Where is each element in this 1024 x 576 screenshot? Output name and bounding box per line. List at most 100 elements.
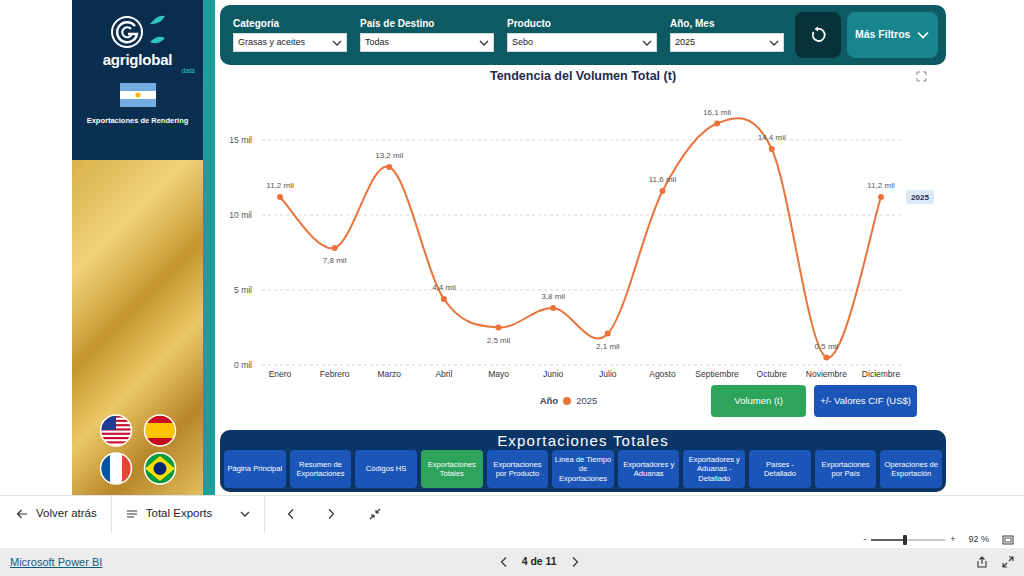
data-point[interactable] <box>277 194 283 200</box>
data-label: 11,2 mil <box>266 181 294 190</box>
x-tick: Diciembre <box>862 369 901 379</box>
pager-next[interactable] <box>569 556 581 568</box>
measure-button[interactable]: +/- Valores CIF (US$) <box>814 385 917 417</box>
nav-button[interactable]: Resumen de Exportaciones <box>290 450 352 488</box>
y-tick: 15 mil <box>229 135 252 145</box>
report-canvas: agriglobaldataExportaciones de Rendering… <box>0 0 1024 495</box>
chevron-down-icon <box>769 38 779 48</box>
previous-page-button[interactable] <box>285 508 297 520</box>
data-label: 11,6 mil <box>649 175 677 184</box>
nav-button[interactable]: Página Principal <box>224 450 286 488</box>
data-point[interactable] <box>714 121 720 127</box>
page-list-icon <box>126 508 138 520</box>
page-pager: 4 de 11 <box>102 554 976 570</box>
y-tick: 10 mil <box>229 210 252 220</box>
report-page: Categoría Grasas y aceites País de Destino… <box>215 0 952 495</box>
expand-icon[interactable] <box>916 71 927 82</box>
gridline <box>262 215 903 216</box>
measure-button[interactable]: Volumen (t) <box>711 385 806 417</box>
filter-group: ProductoSebo <box>507 18 657 52</box>
pager-previous[interactable] <box>498 556 510 568</box>
data-label: 11,2 mil <box>867 181 895 190</box>
legend-dot <box>563 397 571 405</box>
data-point[interactable] <box>823 355 829 361</box>
data-point[interactable] <box>550 305 556 311</box>
collapse-button[interactable] <box>369 508 381 520</box>
share-button[interactable] <box>976 556 988 568</box>
y-tick: 0 mil <box>234 360 252 370</box>
nav-button[interactable]: Línea de Tiempo de Exportaciones <box>552 450 614 488</box>
filter-dropdown[interactable]: Grasas y aceites <box>233 33 347 52</box>
data-point[interactable] <box>878 194 884 200</box>
nav-button[interactable]: Exportadores y Aduanas - Detallado <box>683 450 745 488</box>
data-point[interactable] <box>441 296 447 302</box>
filter-group: Categoría Grasas y aceites <box>233 18 347 52</box>
chevron-left-icon <box>285 508 297 520</box>
x-tick: Noviembre <box>806 369 847 379</box>
data-label: 14,4 mil <box>758 133 786 142</box>
page-navigation: Exportaciones Totales Página PrincipalRes… <box>220 430 946 492</box>
page-selector[interactable]: Total Exports <box>126 505 250 522</box>
zoom-fill <box>871 539 905 541</box>
spain-flag-icon[interactable] <box>142 414 178 447</box>
report-subject: Exportaciones de Rendering <box>87 115 189 126</box>
zoom-out-button[interactable]: - <box>863 533 866 547</box>
gridline <box>262 365 903 366</box>
filter-label: Categoría <box>233 18 347 29</box>
collapse-icon <box>369 508 381 520</box>
x-tick: Septiembre <box>695 369 739 379</box>
x-tick: Abril <box>435 369 452 379</box>
nav-button[interactable]: Códigos HS <box>355 450 417 488</box>
chevron-right-icon <box>325 508 337 520</box>
x-tick: Julio <box>599 369 617 379</box>
nav-button[interactable]: Operaciones de Exportación <box>880 450 942 488</box>
france-flag-icon[interactable] <box>98 452 134 485</box>
fullscreen-button[interactable] <box>1002 556 1014 568</box>
data-point[interactable] <box>769 146 775 152</box>
nav-button[interactable]: Exportaciones por País <box>815 450 877 488</box>
chevron-down-icon <box>479 38 489 48</box>
fit-button[interactable] <box>1002 534 1014 546</box>
filter-group: País de Destino Todas <box>360 18 494 52</box>
zoom-in-button[interactable]: + <box>950 533 955 547</box>
zoom-bar: -+92 % <box>0 532 1024 548</box>
zoom-thumb[interactable] <box>903 535 907 545</box>
data-point[interactable] <box>605 331 611 337</box>
data-point[interactable] <box>659 188 665 194</box>
chart-legend: Año2025 <box>540 394 598 408</box>
x-tick: Enero <box>269 369 292 379</box>
brazil-flag-icon[interactable] <box>142 452 178 485</box>
filter-label: País de Destino <box>360 18 494 29</box>
filter-dropdown[interactable]: Todas <box>360 33 494 52</box>
sidebar: agriglobaldataExportaciones de Rendering <box>72 0 215 495</box>
data-point[interactable] <box>496 325 502 331</box>
filter-group: Año, Mes 2025 <box>670 18 784 52</box>
nav-button[interactable]: Exportadores y Aduanas <box>618 450 680 488</box>
fit-page-icon <box>1002 534 1014 546</box>
reset-button[interactable] <box>795 12 841 58</box>
data-point[interactable] <box>386 164 392 170</box>
back-arrow-icon <box>16 508 28 520</box>
data-point[interactable] <box>332 245 338 251</box>
power-bi-link[interactable]: Microsoft Power BI <box>10 554 102 571</box>
data-label: 7,8 mil <box>323 256 347 265</box>
filter-label: Año, Mes <box>670 18 784 29</box>
series-end-badge <box>906 190 934 204</box>
x-tick: Mayo <box>488 369 509 379</box>
filter-dropdown[interactable]: Sebo <box>507 33 657 52</box>
x-tick: Junio <box>543 369 564 379</box>
x-tick: Octubre <box>757 369 788 379</box>
reset-icon <box>809 26 827 44</box>
filter-bar: Categoría Grasas y aceites País de Destino… <box>220 5 946 65</box>
nav-button[interactable]: Exportaciones Totales <box>421 450 483 488</box>
nav-button[interactable]: Países - Detallado <box>749 450 811 488</box>
filter-dropdown[interactable]: 2025 <box>670 33 784 52</box>
data-label: 13,2 mil <box>375 151 403 160</box>
back-button[interactable]: Volver atrás <box>16 505 97 522</box>
next-page-button[interactable] <box>325 508 337 520</box>
us-flag-icon[interactable] <box>98 414 134 447</box>
more-filters-button[interactable]: Más Filtros <box>847 12 938 58</box>
share-icon <box>976 556 988 568</box>
nav-button[interactable]: Exportaciones por Producto <box>487 450 549 488</box>
zoom-slider[interactable] <box>871 539 945 541</box>
